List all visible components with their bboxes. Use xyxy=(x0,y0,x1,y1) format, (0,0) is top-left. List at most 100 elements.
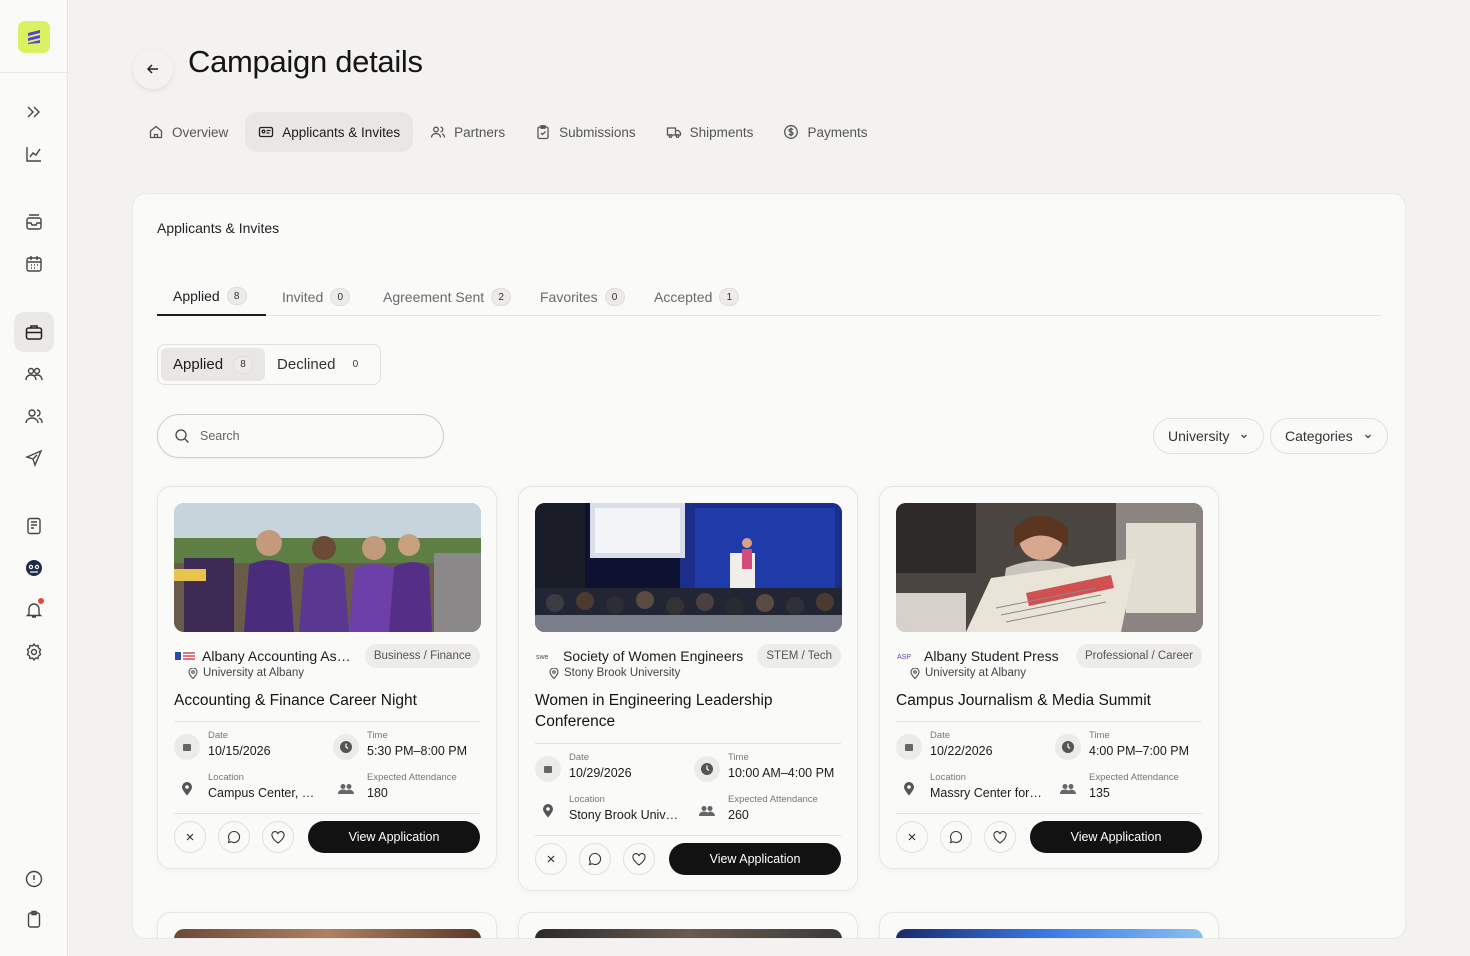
back-button[interactable] xyxy=(133,49,173,89)
chevrons-right-icon[interactable] xyxy=(14,92,54,132)
tab-label: Submissions xyxy=(559,124,636,140)
attendance-info: Expected Attendance 180 xyxy=(333,772,483,802)
university-filter[interactable]: University xyxy=(1153,418,1265,454)
organization-name[interactable]: Albany Student Press xyxy=(924,648,1068,664)
divider xyxy=(896,813,1202,814)
message-button[interactable] xyxy=(579,843,611,875)
time-info: Time 5:30 PM–8:00 PM xyxy=(333,730,483,760)
university-row: University at Albany xyxy=(188,667,304,679)
sidebar xyxy=(0,0,68,956)
date-label: Date xyxy=(208,730,229,741)
organization-logo: ASP xyxy=(896,650,918,662)
bell-icon[interactable] xyxy=(14,590,54,630)
message-button[interactable] xyxy=(940,821,972,853)
tab-favorites[interactable]: Favorites 0 xyxy=(524,278,641,316)
count-badge: 2 xyxy=(491,288,512,306)
tab-shipments[interactable]: Shipments xyxy=(653,112,767,152)
application-card xyxy=(879,912,1219,938)
tab-label: Applicants & Invites xyxy=(282,124,401,140)
tab-payments[interactable]: Payments xyxy=(770,112,880,152)
calendar-icon xyxy=(174,734,200,760)
category-badge: Professional / Career xyxy=(1075,644,1202,668)
filter-label: University xyxy=(1168,428,1230,444)
tab-applicants-invites[interactable]: Applicants & Invites xyxy=(245,112,414,152)
tab-label: Favorites xyxy=(540,289,598,305)
clock-icon xyxy=(333,734,359,760)
decline-button[interactable] xyxy=(174,821,206,853)
tab-applied[interactable]: Applied 8 xyxy=(157,278,266,316)
calendar-icon[interactable] xyxy=(14,244,54,284)
chat-bubble-icon xyxy=(949,830,963,844)
settings-icon[interactable] xyxy=(14,632,54,672)
applied-declined-toggle: Applied 8 Declined 0 xyxy=(157,344,382,385)
date-value: 10/29/2026 xyxy=(569,766,632,780)
event-title: Accounting & Finance Career Night xyxy=(174,692,417,709)
tab-label: Payments xyxy=(807,124,868,140)
count-badge: 0 xyxy=(330,288,351,306)
view-application-button[interactable]: View Application xyxy=(308,821,480,853)
filter-label: Categories xyxy=(1285,428,1353,444)
category-badge: STEM / Tech xyxy=(757,644,841,668)
attendance-label: Expected Attendance xyxy=(728,794,818,805)
location-pin-icon xyxy=(535,798,561,824)
clipboard-icon[interactable] xyxy=(14,899,54,939)
status-tabs: Applied 8 Invited 0 Agreement Sent 2 Fav… xyxy=(157,278,1381,316)
document-icon[interactable] xyxy=(14,506,54,546)
truck-icon xyxy=(666,127,681,138)
category-badge: Business / Finance xyxy=(364,644,480,668)
tab-invited[interactable]: Invited 0 xyxy=(266,278,366,316)
location-pin-icon xyxy=(188,667,198,679)
decline-button[interactable] xyxy=(535,843,567,875)
clock-icon xyxy=(694,756,720,782)
segment-declined[interactable]: Declined 0 xyxy=(265,348,377,381)
location-value: Massry Center for the Arts xyxy=(930,786,1045,800)
info-icon[interactable] xyxy=(14,859,54,899)
community-icon[interactable] xyxy=(14,354,54,394)
search-input[interactable] xyxy=(200,429,420,443)
tab-partners[interactable]: Partners xyxy=(417,112,518,152)
card-actions: View Application xyxy=(896,821,1202,853)
page-title: Campaign details xyxy=(188,44,423,79)
organization-row: swe Society of Women Engineers STEM / Te… xyxy=(535,644,841,668)
app-logo[interactable] xyxy=(18,21,50,53)
location-info: Location Massry Center for the Arts xyxy=(896,772,1046,802)
organization-name[interactable]: Albany Accounting Association xyxy=(202,648,357,664)
attendance-info: Expected Attendance 260 xyxy=(694,794,844,824)
tab-agreement-sent[interactable]: Agreement Sent 2 xyxy=(367,278,527,316)
inbox-icon[interactable] xyxy=(14,202,54,242)
card-actions: View Application xyxy=(174,821,480,853)
message-button[interactable] xyxy=(218,821,250,853)
segment-applied[interactable]: Applied 8 xyxy=(161,348,266,381)
group-icon xyxy=(694,798,720,824)
favorite-button[interactable] xyxy=(623,843,655,875)
mascot-icon[interactable] xyxy=(14,548,54,588)
view-application-button[interactable]: View Application xyxy=(669,843,841,875)
view-application-button[interactable]: View Application xyxy=(1030,821,1202,853)
event-title: Campus Journalism & Media Summit xyxy=(896,692,1151,709)
organization-row: Albany Accounting Association Business /… xyxy=(174,644,480,668)
send-icon[interactable] xyxy=(14,438,54,478)
tab-accepted[interactable]: Accepted 1 xyxy=(638,278,755,316)
location-pin-icon xyxy=(910,667,920,679)
categories-filter[interactable]: Categories xyxy=(1270,418,1388,454)
decline-button[interactable] xyxy=(896,821,928,853)
favorite-button[interactable] xyxy=(984,821,1016,853)
tab-overview[interactable]: Overview xyxy=(135,112,241,152)
university-row: Stony Brook University xyxy=(549,667,680,679)
tab-submissions[interactable]: Submissions xyxy=(522,112,649,152)
university-row: University at Albany xyxy=(910,667,1026,679)
heart-icon xyxy=(632,852,646,866)
event-title: Women in Engineering Leadership Conferen… xyxy=(535,692,773,730)
heart-icon xyxy=(271,830,285,844)
location-label: Location xyxy=(569,794,605,805)
close-icon xyxy=(908,833,916,841)
chart-line-icon[interactable] xyxy=(14,134,54,174)
count-badge: 8 xyxy=(233,355,254,374)
briefcase-icon[interactable] xyxy=(14,312,54,352)
users-icon[interactable] xyxy=(14,396,54,436)
attendance-label: Expected Attendance xyxy=(1089,772,1179,783)
calendar-icon xyxy=(535,756,561,782)
organization-name[interactable]: Society of Women Engineers xyxy=(563,648,749,664)
divider xyxy=(174,813,480,814)
favorite-button[interactable] xyxy=(262,821,294,853)
